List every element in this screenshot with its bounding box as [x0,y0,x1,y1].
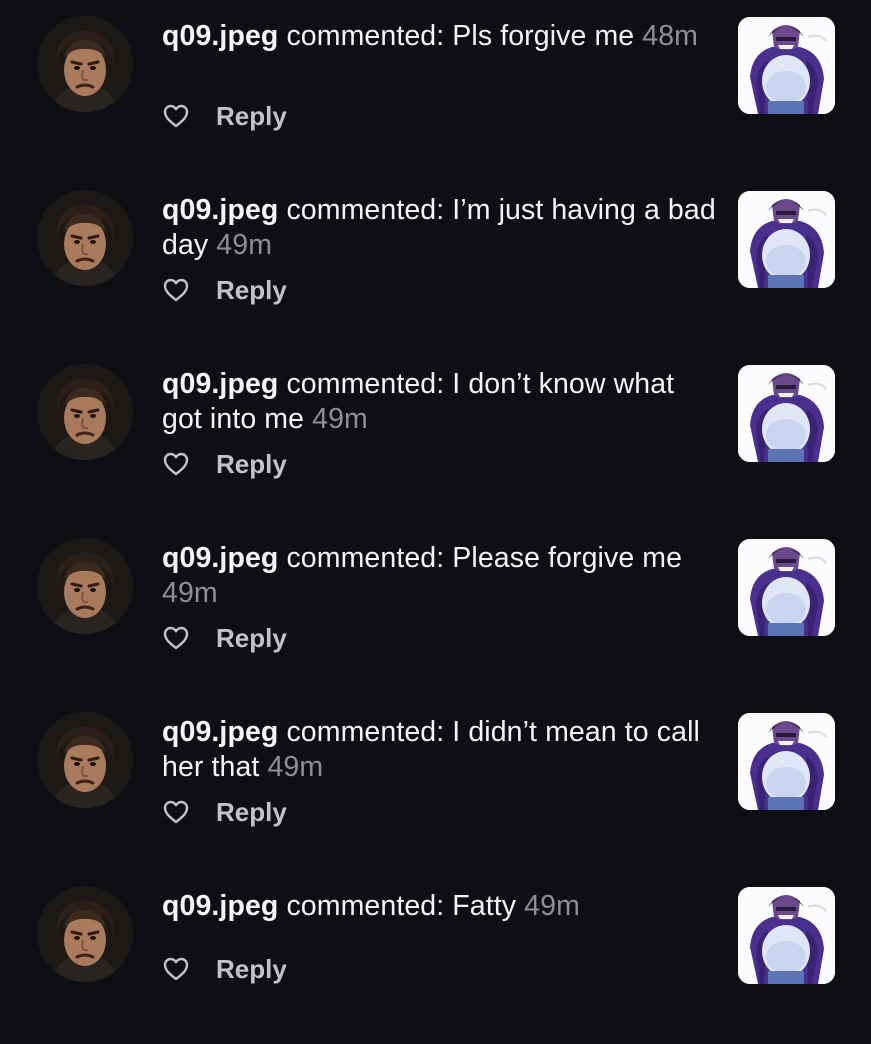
user-avatar[interactable] [37,16,133,112]
comment-actions: Reply [162,446,287,482]
reply-button[interactable]: Reply [216,797,287,828]
profile-avatar-icon [37,712,133,808]
comment-actions: Reply [162,951,287,987]
user-avatar[interactable] [37,712,133,808]
username[interactable]: q09.jpeg [162,194,278,226]
heart-icon[interactable] [162,451,190,477]
timestamp: 49m [162,577,218,609]
post-thumbnail-icon [738,17,835,114]
post-thumbnail[interactable] [738,17,835,114]
heart-icon[interactable] [162,277,190,303]
post-thumbnail-icon [738,191,835,288]
timestamp: 49m [312,403,368,435]
profile-avatar-icon [37,16,133,112]
comment-actions: Reply [162,98,287,134]
user-avatar[interactable] [37,886,133,982]
user-avatar[interactable] [37,538,133,634]
username[interactable]: q09.jpeg [162,542,278,574]
username[interactable]: q09.jpeg [162,890,278,922]
username[interactable]: q09.jpeg [162,368,278,400]
comment-actions: Reply [162,794,287,830]
profile-avatar-icon [37,886,133,982]
heart-icon[interactable] [162,103,190,129]
post-thumbnail-icon [738,713,835,810]
heart-icon[interactable] [162,956,190,982]
post-thumbnail[interactable] [738,539,835,636]
user-avatar[interactable] [37,190,133,286]
timestamp: 49m [524,890,580,922]
post-thumbnail-icon [738,365,835,462]
comment-action: commented: [278,20,453,52]
notification-item[interactable]: q09.jpeg commented: I’m just having a ba… [0,174,871,348]
timestamp: 49m [216,229,273,261]
comment-action: commented: [278,194,453,226]
username[interactable]: q09.jpeg [162,716,278,748]
comment-text: q09.jpeg commented: I didn’t mean to cal… [162,715,722,785]
post-thumbnail-icon [738,887,835,984]
post-thumbnail-icon [738,539,835,636]
comment-body: Fatty [452,890,517,922]
profile-avatar-icon [37,190,133,286]
comment-action: commented: [278,368,453,400]
reply-button[interactable]: Reply [216,449,287,480]
post-thumbnail[interactable] [738,713,835,810]
comment-action: commented: [278,716,453,748]
user-avatar[interactable] [37,364,133,460]
post-thumbnail[interactable] [738,191,835,288]
comment-text: q09.jpeg commented: I don’t know what go… [162,367,722,437]
reply-button[interactable]: Reply [216,101,287,132]
heart-icon[interactable] [162,625,190,651]
timestamp: 49m [267,751,324,783]
username[interactable]: q09.jpeg [162,20,278,52]
comment-actions: Reply [162,620,287,656]
heart-icon[interactable] [162,799,190,825]
comment-action: commented: [278,542,453,574]
post-thumbnail[interactable] [738,887,835,984]
reply-button[interactable]: Reply [216,954,287,985]
reply-button[interactable]: Reply [216,623,287,654]
comment-action: commented: [278,890,453,922]
notification-item[interactable]: q09.jpeg commented: Please forgive me 49… [0,522,871,696]
notification-item[interactable]: q09.jpeg commented: I didn’t mean to cal… [0,696,871,870]
profile-avatar-icon [37,364,133,460]
comment-body: Please forgive me [452,542,683,574]
comment-text: q09.jpeg commented: Fatty 49m [162,889,722,924]
notification-item[interactable]: q09.jpeg commented: Pls forgive me 48m R… [0,0,871,174]
comment-body: Pls forgive me [452,20,635,52]
reply-button[interactable]: Reply [216,275,287,306]
notification-item[interactable]: q09.jpeg commented: Fatty 49m Reply [0,870,871,1044]
comment-actions: Reply [162,272,287,308]
comment-text: q09.jpeg commented: I’m just having a ba… [162,193,722,263]
notification-item[interactable]: q09.jpeg commented: I don’t know what go… [0,348,871,522]
profile-avatar-icon [37,538,133,634]
timestamp: 48m [642,20,699,52]
post-thumbnail[interactable] [738,365,835,462]
comment-text: q09.jpeg commented: Please forgive me 49… [162,541,722,611]
comment-text: q09.jpeg commented: Pls forgive me 48m [162,19,722,54]
activity-feed: q09.jpeg commented: Pls forgive me 48m R… [0,0,871,1024]
